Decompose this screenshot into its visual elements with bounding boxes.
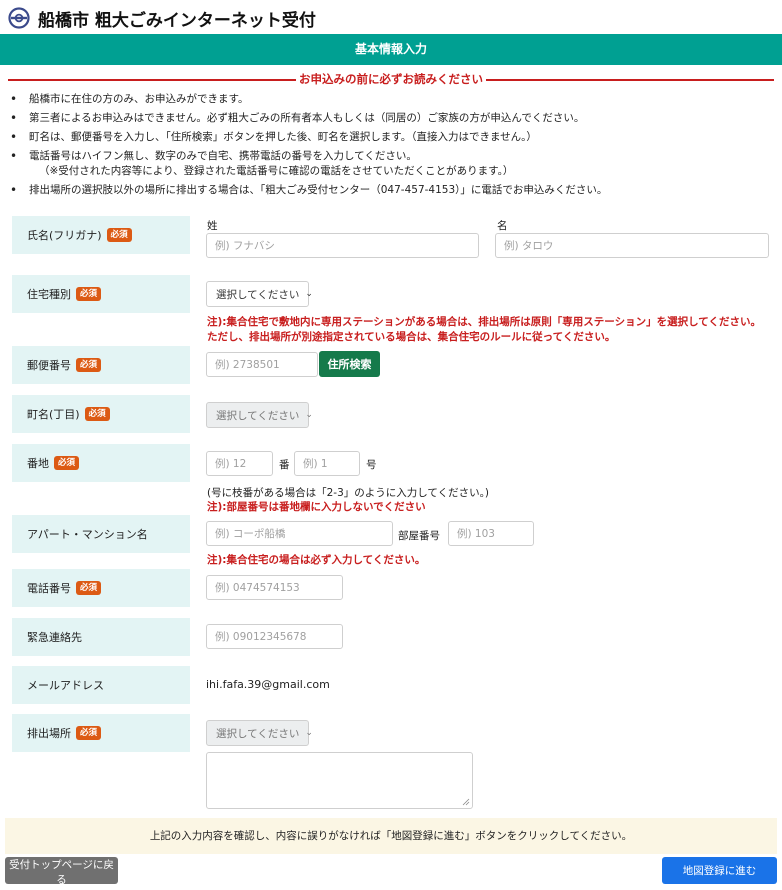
banchi-label-cell: 番地 必須	[12, 444, 190, 482]
apartment-label-cell: アパート・マンション名	[12, 515, 190, 553]
notice-title: お申込みの前に必ずお読みください	[296, 71, 486, 87]
name-label: 氏名(フリガナ)	[27, 229, 102, 242]
required-badge: 必須	[76, 358, 102, 372]
apartment-name-input[interactable]	[206, 521, 393, 546]
go-unit-label: 号	[366, 459, 377, 471]
notice-item: 船橋市に在住の方のみ、お申込みができます。	[10, 92, 775, 107]
apartment-label: アパート・マンション名	[27, 528, 148, 541]
location-label-cell: 排出場所 必須	[12, 714, 190, 752]
app-title: 船橋市 粗大ごみインターネット受付	[38, 11, 316, 31]
chevron-down-icon: ⌄	[305, 728, 313, 738]
required-badge: 必須	[76, 581, 102, 595]
address-search-button[interactable]: 住所検索	[319, 351, 380, 377]
sei-label: 姓	[207, 220, 218, 232]
confirm-message: 上記の入力内容を確認し、内容に誤りがなければ「地図登録に進む」ボタンをクリックし…	[5, 818, 777, 854]
emergency-label-cell: 緊急連絡先	[12, 618, 190, 656]
mei-label: 名	[497, 220, 508, 232]
location-detail-textarea[interactable]	[206, 752, 473, 809]
housing-type-select[interactable]: 選択してください ⌄	[206, 281, 313, 307]
location-label: 排出場所	[27, 727, 71, 740]
location-select[interactable]: 選択してください ⌄	[206, 720, 313, 746]
postal-label: 郵便番号	[27, 359, 71, 372]
sei-kana-input[interactable]	[206, 233, 479, 258]
room-number-label: 部屋番号	[398, 530, 440, 542]
housing-label-cell: 住宅種別 必須	[12, 275, 190, 313]
mei-kana-input[interactable]	[495, 233, 769, 258]
required-badge: 必須	[76, 726, 102, 740]
email-label-cell: メールアドレス	[12, 666, 190, 704]
town-label: 町名(丁目)	[27, 408, 80, 421]
proceed-to-map-button[interactable]: 地図登録に進む	[662, 857, 777, 884]
back-to-top-button[interactable]: 受付トップページに戻る	[5, 857, 118, 886]
page-banner: 基本情報入力	[0, 34, 782, 65]
notice-item: 排出場所の選択肢以外の場所に排出する場合は、「粗大ごみ受付センター（047-45…	[10, 183, 775, 198]
name-label-cell: 氏名(フリガナ) 必須	[12, 216, 190, 254]
banchi-label: 番地	[27, 457, 49, 470]
phone-input[interactable]	[206, 575, 343, 600]
city-emblem-icon	[8, 7, 30, 29]
required-badge: 必須	[84, 407, 110, 421]
required-badge: 必須	[54, 456, 80, 470]
banchi-red-note: 注):部屋番号は番地欄に入力しないでください	[207, 501, 426, 513]
phone-label-cell: 電話番号 必須	[12, 569, 190, 607]
housing-note-2: ただし、排出場所が別途指定されている場合は、集合住宅のルールに従ってください。	[207, 331, 616, 343]
postal-code-input[interactable]	[206, 352, 318, 377]
room-number-input[interactable]	[448, 521, 534, 546]
postal-label-cell: 郵便番号 必須	[12, 346, 190, 384]
town-select[interactable]: 選択してください ⌄	[206, 402, 313, 428]
notice-item: 電話番号はハイフン無し、数字のみで自宅、携帯電話の番号を入力してください。（※受…	[10, 149, 775, 179]
housing-note-1: 注):集合住宅で敷地内に専用ステーションがある場合は、排出場所は原則「専用ステー…	[207, 316, 761, 328]
notice-heading: お申込みの前に必ずお読みください	[8, 71, 774, 87]
banchi-note: (号に枝番がある場合は「2-3」のように入力してください。)	[207, 487, 489, 499]
email-label: メールアドレス	[27, 679, 104, 692]
emergency-contact-input[interactable]	[206, 624, 343, 649]
app-header: 船橋市 粗大ごみインターネット受付	[0, 0, 782, 34]
housing-label: 住宅種別	[27, 288, 71, 301]
go-input[interactable]	[294, 451, 360, 476]
notice-item: 町名は、郵便番号を入力し、「住所検索」ボタンを押した後、町名を選択します。（直接…	[10, 130, 775, 145]
chevron-down-icon: ⌄	[305, 410, 313, 420]
notice-item: 第三者によるお申込みはできません。必ず粗大ごみの所有者本人もしくは（同居の）ご家…	[10, 111, 775, 126]
notice-subnote: （※受付された内容等により、登録された電話番号に確認の電話をさせていただくことが…	[39, 165, 514, 177]
town-label-cell: 町名(丁目) 必須	[12, 395, 190, 433]
ban-unit-label: 番	[279, 459, 290, 471]
notice-list: 船橋市に在住の方のみ、お申込みができます。 第三者によるお申込みはできません。必…	[10, 92, 775, 202]
apartment-red-note: 注):集合住宅の場合は必ず入力してください。	[207, 554, 426, 566]
chevron-down-icon: ⌄	[305, 289, 313, 299]
resize-handle-icon[interactable]	[462, 798, 470, 806]
banchi-input[interactable]	[206, 451, 273, 476]
required-badge: 必須	[106, 228, 132, 242]
email-value: ihi.fafa.39@gmail.com	[206, 678, 330, 691]
required-badge: 必須	[76, 287, 102, 301]
emergency-label: 緊急連絡先	[27, 631, 82, 644]
phone-label: 電話番号	[27, 582, 71, 595]
